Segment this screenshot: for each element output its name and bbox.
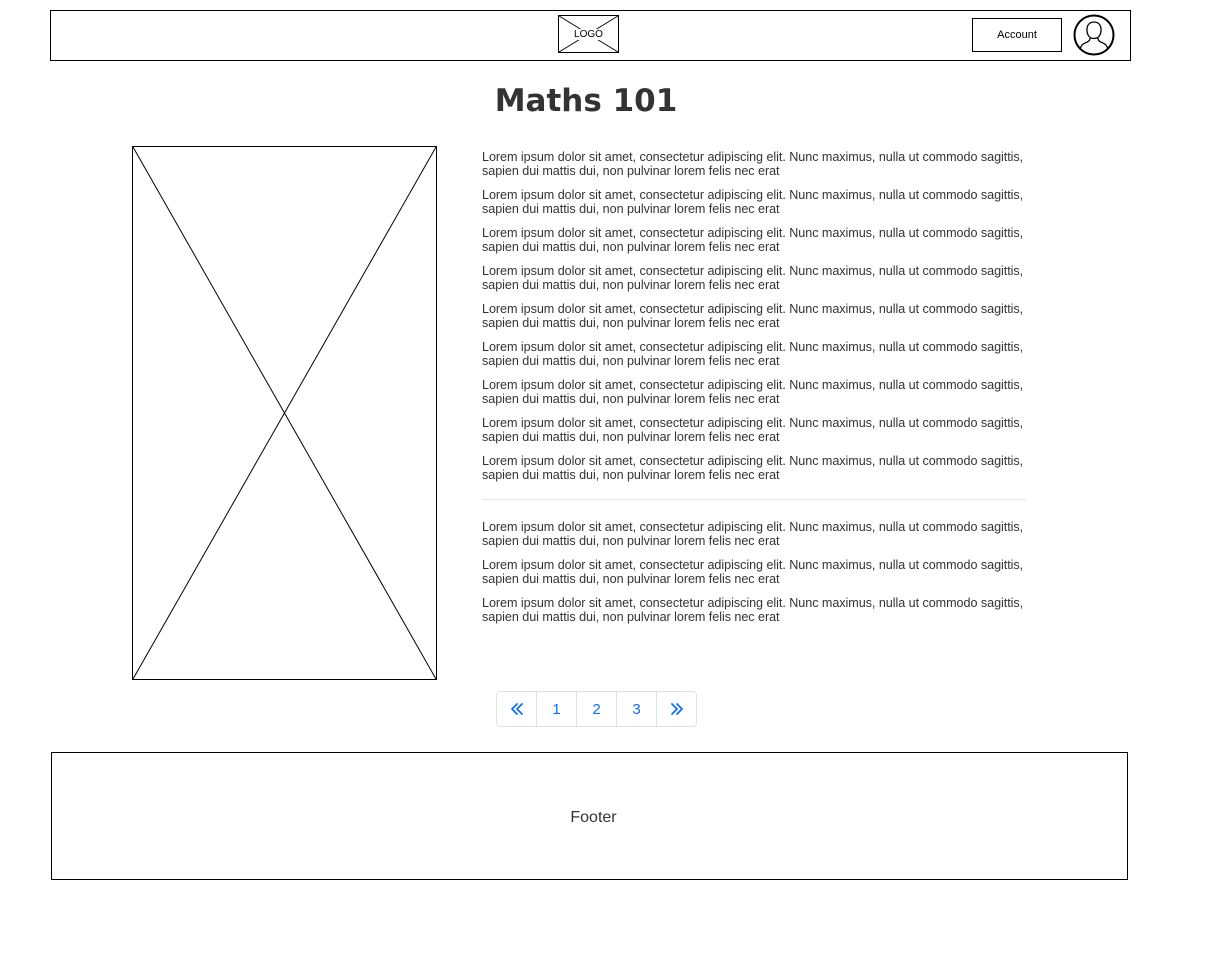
pagination-prev-button[interactable] [497, 692, 537, 726]
paragraph: Lorem ipsum dolor sit amet, consectetur … [482, 520, 1024, 548]
page-title: Maths 101 [494, 83, 678, 119]
account-button[interactable]: Account [972, 18, 1062, 52]
header: LOGO Account [50, 10, 1131, 61]
paragraph: Lorem ipsum dolor sit amet, consectetur … [482, 302, 1024, 330]
logo-text: LOGO [573, 28, 604, 40]
pagination-page-2[interactable]: 2 [577, 692, 617, 726]
paragraph: Lorem ipsum dolor sit amet, consectetur … [482, 188, 1024, 216]
paragraph: Lorem ipsum dolor sit amet, consectetur … [482, 226, 1024, 254]
footer: Footer [51, 752, 1128, 880]
image-placeholder-icon [133, 147, 436, 679]
pagination-next-button[interactable] [657, 692, 696, 726]
paragraph: Lorem ipsum dolor sit amet, consectetur … [482, 264, 1024, 292]
image-placeholder [132, 146, 437, 680]
pagination-page-1[interactable]: 1 [537, 692, 577, 726]
paragraph: Lorem ipsum dolor sit amet, consectetur … [482, 416, 1024, 444]
paragraph: Lorem ipsum dolor sit amet, consectetur … [482, 340, 1024, 368]
pagination: 1 2 3 [496, 691, 697, 727]
double-chevron-left-icon [510, 703, 523, 715]
divider [482, 499, 1027, 500]
paragraph: Lorem ipsum dolor sit amet, consectetur … [482, 596, 1024, 624]
paragraph: Lorem ipsum dolor sit amet, consectetur … [482, 378, 1024, 406]
user-avatar-icon[interactable] [1073, 14, 1115, 56]
paragraph: Lorem ipsum dolor sit amet, consectetur … [482, 454, 1024, 482]
content-column: Lorem ipsum dolor sit amet, consectetur … [482, 150, 1027, 634]
logo[interactable]: LOGO [558, 15, 619, 53]
pagination-page-3[interactable]: 3 [617, 692, 657, 726]
paragraph: Lorem ipsum dolor sit amet, consectetur … [482, 558, 1024, 586]
double-chevron-right-icon [670, 703, 683, 715]
paragraph: Lorem ipsum dolor sit amet, consectetur … [482, 150, 1024, 178]
footer-label: Footer [570, 809, 617, 826]
